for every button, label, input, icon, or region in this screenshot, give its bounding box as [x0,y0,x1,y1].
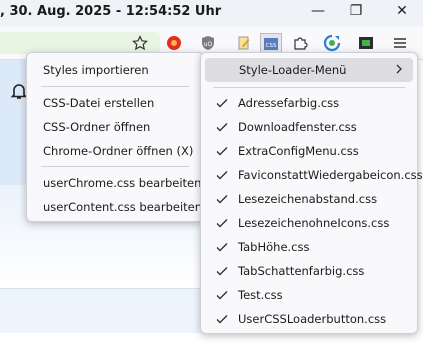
style-toggle-label: Test.css [238,288,283,302]
style-toggle-item[interactable]: Test.css [201,283,417,307]
style-toggle-item[interactable]: Downloadfenster.css [201,115,417,139]
menu-item-styles-importieren[interactable]: Styles importieren [27,58,203,82]
checkmark-icon [215,144,229,158]
puzzle-icon[interactable] [290,33,310,53]
menu-separator [213,87,405,88]
style-loader-submenu: Styles importieren CSS-Datei erstellen C… [26,52,204,222]
menu-separator [41,166,189,167]
style-toggle-label: TabHöhe.css [238,240,310,254]
style-toggle-item[interactable]: Lesezeichenabstand.css [201,187,417,211]
hamburger-menu-icon[interactable] [390,33,410,53]
menu-separator [41,86,189,87]
checkmark-icon [215,312,229,326]
page-footer-strip [0,288,210,333]
menu-item-css-ordner-oeffnen[interactable]: CSS-Ordner öffnen [27,115,203,139]
menu-item-chrome-ordner-oeffnen[interactable]: Chrome-Ordner öffnen (X) [27,139,203,163]
minimize-icon[interactable]: — [302,0,334,22]
close-icon[interactable]: ✕ [386,0,418,22]
svg-text:CSS: CSS [266,43,277,49]
menu-item-usercontent-bearbeiten[interactable]: userContent.css bearbeiten [27,195,203,219]
red-addon-icon[interactable] [164,33,184,53]
checkmark-icon [215,96,229,110]
style-toggle-item[interactable]: Adressefarbig.css [201,91,417,115]
style-toggle-item[interactable]: ExtraConfigMenu.css [201,139,417,163]
checkmark-icon [215,264,229,278]
checkmark-icon [215,240,229,254]
style-toggle-label: TabSchattenfarbig.css [238,264,365,278]
style-toggle-item[interactable]: TabSchattenfarbig.css [201,259,417,283]
style-toggle-item[interactable]: TabHöhe.css [201,235,417,259]
menu-item-style-loader-menue[interactable]: Style-Loader-Menü [205,58,413,82]
sync-icon[interactable] [322,33,342,53]
svg-text:uO: uO [204,41,213,48]
style-toggle-label: Downloadfenster.css [238,120,357,134]
style-toggle-label: Adressefarbig.css [238,96,340,110]
style-toggle-label: ExtraConfigMenu.css [238,144,359,158]
menu-item-css-datei-erstellen[interactable]: CSS-Datei erstellen [27,91,203,115]
checkmark-icon [215,120,229,134]
style-toggle-label: Lesezeichenabstand.css [238,192,378,206]
style-toggle-item[interactable]: LesezeichenohneIcons.css [201,211,417,235]
style-toggle-item[interactable]: FaviconstattWiedergabeicon.css [201,163,423,187]
checkmark-icon [215,288,229,302]
style-toggle-item[interactable]: UserCSSLoaderbutton.css [201,307,417,331]
bookmark-star-icon[interactable] [130,33,150,53]
ublock-icon[interactable]: uO [198,33,218,53]
style-toggle-label: UserCSSLoaderbutton.css [238,312,387,326]
style-toggle-label: LesezeichenohneIcons.css [238,216,390,230]
restore-icon[interactable]: ❐ [340,0,372,22]
menu-item-userchrome-bearbeiten[interactable]: userChrome.css bearbeiten [27,171,203,195]
chevron-right-icon [395,63,403,77]
screenshot-icon[interactable] [356,33,376,53]
pencil-icon[interactable] [234,33,254,53]
style-toggle-label: FaviconstattWiedergabeicon.css [238,168,423,182]
checkmark-icon [215,216,229,230]
checkmark-icon [215,168,229,182]
title-bar: , 30. Aug. 2025 - 12:54:52 Uhr — ❐ ✕ [0,0,423,27]
style-loader-menu: Style-Loader-Menü Adressefarbig.css Downl… [200,52,423,334]
checkmark-icon [215,192,229,206]
window-title: , 30. Aug. 2025 - 12:54:52 Uhr [0,4,222,19]
